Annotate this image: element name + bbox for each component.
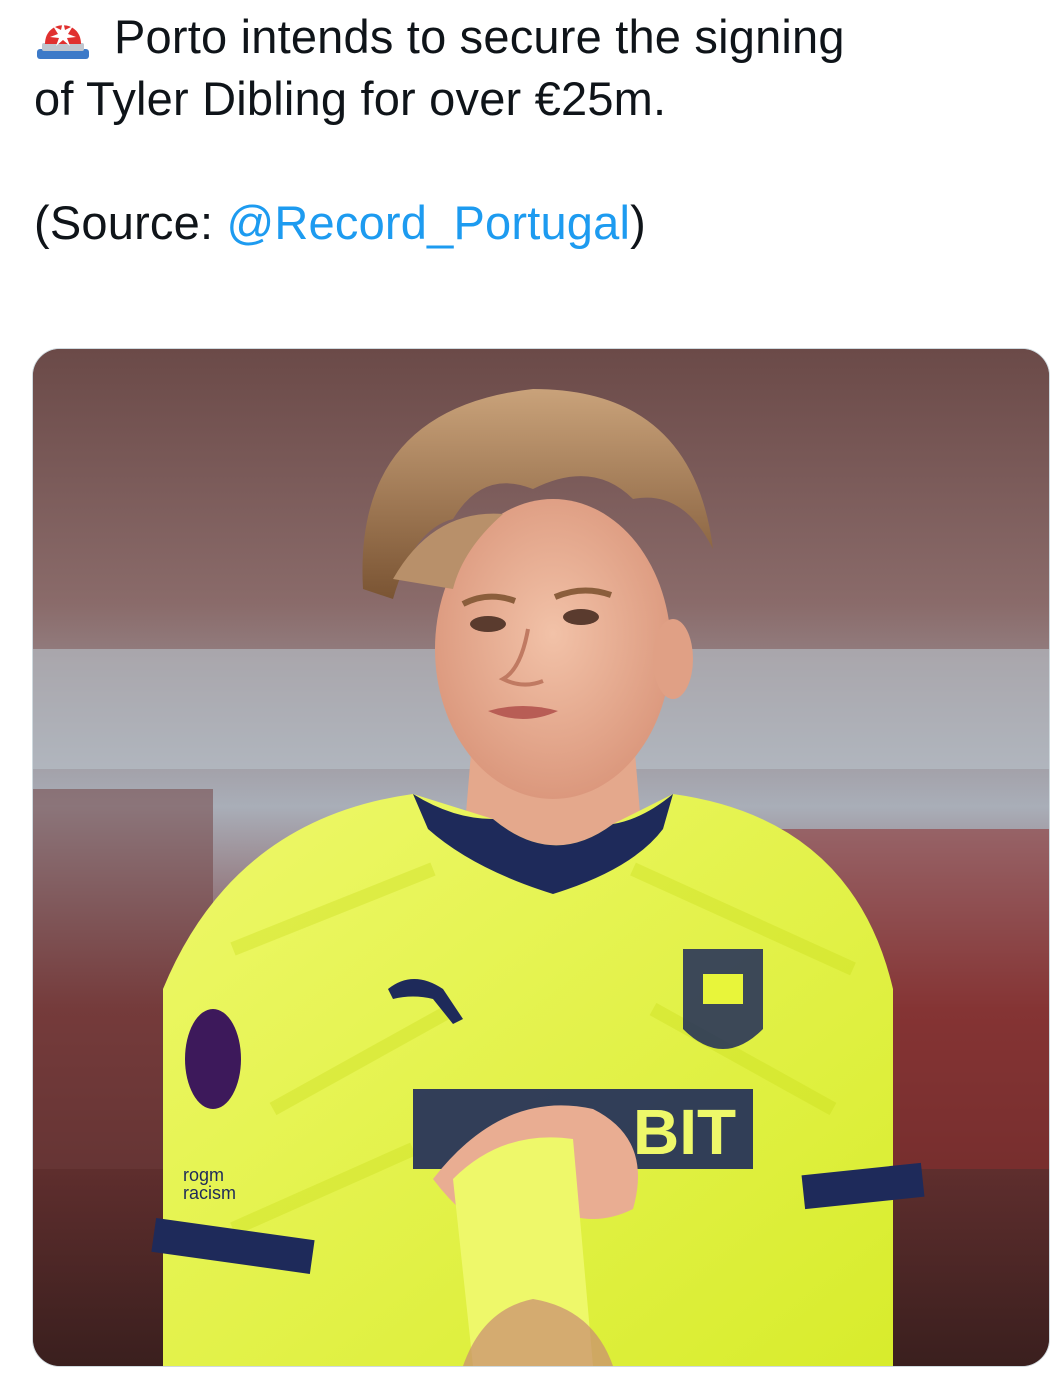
tweet-media-image[interactable]: rogm racism BIT <box>32 348 1050 1367</box>
tweet-spacer <box>34 130 1044 192</box>
shirt-sponsor-text: BIT <box>633 1096 736 1168</box>
source-prefix: (Source: <box>34 196 227 249</box>
source-suffix: ) <box>630 196 646 249</box>
sleeve-text-2: racism <box>183 1183 236 1203</box>
tweet-text: Porto intends to secure the signing of T… <box>34 6 1044 254</box>
sleeve-text-1: rogm <box>183 1165 224 1185</box>
tweet-source-line: (Source: @Record_Portugal) <box>34 192 1044 254</box>
tweet-line-2: of Tyler Dibling for over €25m. <box>34 72 667 125</box>
tweet-line-1: Porto intends to secure the signing <box>34 6 1044 68</box>
tweet-line-1-text: Porto intends to secure the signing <box>114 10 845 63</box>
source-mention-link[interactable]: @Record_Portugal <box>227 196 631 249</box>
police-car-light-icon <box>34 7 92 61</box>
player-photo: rogm racism BIT <box>33 349 1049 1366</box>
